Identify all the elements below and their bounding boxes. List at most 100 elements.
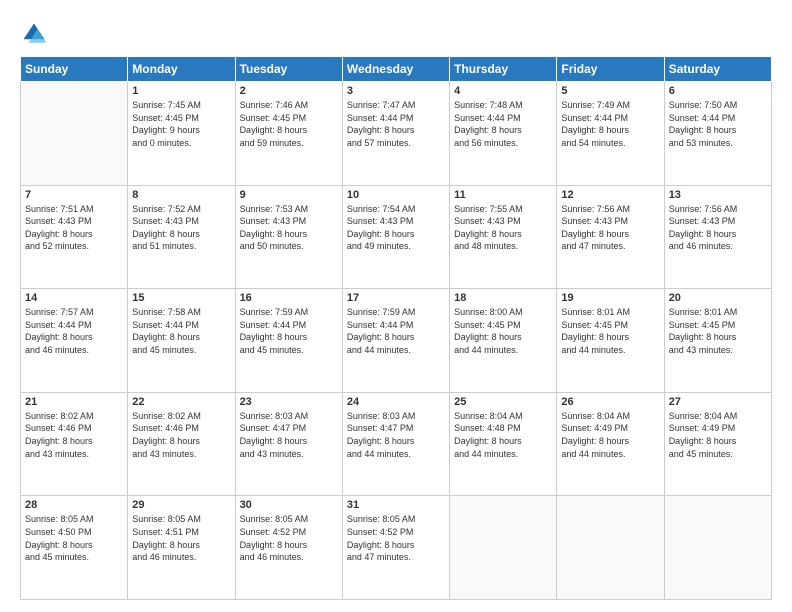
- calendar-cell: 13 Sunrise: 7:56 AMSunset: 4:43 PMDayligh…: [664, 185, 771, 289]
- calendar-cell: 14 Sunrise: 7:57 AMSunset: 4:44 PMDayligh…: [21, 289, 128, 393]
- day-number: 24: [347, 396, 445, 408]
- calendar-cell: 29 Sunrise: 8:05 AMSunset: 4:51 PMDayligh…: [128, 496, 235, 600]
- calendar-cell: 23 Sunrise: 8:03 AMSunset: 4:47 PMDayligh…: [235, 392, 342, 496]
- day-number: 26: [561, 396, 659, 408]
- day-info: Sunrise: 7:54 AMSunset: 4:43 PMDaylight:…: [347, 203, 445, 253]
- calendar-body: 1Sunrise: 7:45 AMSunset: 4:45 PMDaylight…: [21, 82, 772, 600]
- calendar-cell: 12 Sunrise: 7:56 AMSunset: 4:43 PMDayligh…: [557, 185, 664, 289]
- day-info: Sunrise: 7:56 AMSunset: 4:43 PMDaylight:…: [669, 203, 767, 253]
- day-info: Sunrise: 8:04 AMSunset: 4:49 PMDaylight:…: [561, 410, 659, 460]
- calendar-cell: [664, 496, 771, 600]
- day-info: Sunrise: 7:48 AMSunset: 4:44 PMDaylight:…: [454, 99, 552, 149]
- day-info: Sunrise: 8:00 AMSunset: 4:45 PMDaylight:…: [454, 306, 552, 356]
- day-info: Sunrise: 8:02 AMSunset: 4:46 PMDaylight:…: [132, 410, 230, 460]
- day-number: 11: [454, 189, 552, 201]
- day-info: Sunrise: 7:45 AMSunset: 4:45 PMDaylight:…: [132, 99, 230, 149]
- calendar-cell: [557, 496, 664, 600]
- day-info: Sunrise: 7:53 AMSunset: 4:43 PMDaylight:…: [240, 203, 338, 253]
- calendar-cell: 16Sunrise: 7:59 AMSunset: 4:44 PMDayligh…: [235, 289, 342, 393]
- calendar-cell: 11 Sunrise: 7:55 AMSunset: 4:43 PMDayligh…: [450, 185, 557, 289]
- calendar-cell: 5 Sunrise: 7:49 AMSunset: 4:44 PMDaylight…: [557, 82, 664, 186]
- day-info: Sunrise: 8:05 AMSunset: 4:52 PMDaylight:…: [347, 513, 445, 563]
- calendar-cell: 26 Sunrise: 8:04 AMSunset: 4:49 PMDayligh…: [557, 392, 664, 496]
- calendar-cell: 10Sunrise: 7:54 AMSunset: 4:43 PMDayligh…: [342, 185, 449, 289]
- calendar-cell: 7Sunrise: 7:51 AMSunset: 4:43 PMDaylight…: [21, 185, 128, 289]
- calendar-cell: 24 Sunrise: 8:03 AMSunset: 4:47 PMDayligh…: [342, 392, 449, 496]
- logo: [20, 20, 50, 48]
- calendar-cell: 18 Sunrise: 8:00 AMSunset: 4:45 PMDayligh…: [450, 289, 557, 393]
- calendar-cell: 28 Sunrise: 8:05 AMSunset: 4:50 PMDayligh…: [21, 496, 128, 600]
- day-number: 30: [240, 499, 338, 511]
- day-number: 20: [669, 292, 767, 304]
- page: SundayMondayTuesdayWednesdayThursdayFrid…: [0, 0, 792, 612]
- day-info: Sunrise: 8:05 AMSunset: 4:51 PMDaylight:…: [132, 513, 230, 563]
- day-number: 5: [561, 85, 659, 97]
- calendar-cell: 1Sunrise: 7:45 AMSunset: 4:45 PMDaylight…: [128, 82, 235, 186]
- day-info: Sunrise: 7:50 AMSunset: 4:44 PMDaylight:…: [669, 99, 767, 149]
- day-number: 18: [454, 292, 552, 304]
- day-info: Sunrise: 8:03 AMSunset: 4:47 PMDaylight:…: [240, 410, 338, 460]
- calendar-week-row: 1Sunrise: 7:45 AMSunset: 4:45 PMDaylight…: [21, 82, 772, 186]
- calendar-cell: 4 Sunrise: 7:48 AMSunset: 4:44 PMDaylight…: [450, 82, 557, 186]
- calendar-cell: 8Sunrise: 7:52 AMSunset: 4:43 PMDaylight…: [128, 185, 235, 289]
- calendar-week-row: 21 Sunrise: 8:02 AMSunset: 4:46 PMDayligh…: [21, 392, 772, 496]
- day-number: 15: [132, 292, 230, 304]
- day-info: Sunrise: 7:59 AMSunset: 4:44 PMDaylight:…: [240, 306, 338, 356]
- calendar-cell: 20Sunrise: 8:01 AMSunset: 4:45 PMDayligh…: [664, 289, 771, 393]
- day-number: 21: [25, 396, 123, 408]
- day-number: 12: [561, 189, 659, 201]
- day-number: 28: [25, 499, 123, 511]
- day-number: 4: [454, 85, 552, 97]
- calendar-cell: 31 Sunrise: 8:05 AMSunset: 4:52 PMDayligh…: [342, 496, 449, 600]
- weekday-header: Wednesday: [342, 57, 449, 82]
- header: [20, 16, 772, 48]
- calendar-cell: 17Sunrise: 7:59 AMSunset: 4:44 PMDayligh…: [342, 289, 449, 393]
- day-number: 29: [132, 499, 230, 511]
- day-info: Sunrise: 7:58 AMSunset: 4:44 PMDaylight:…: [132, 306, 230, 356]
- day-number: 3: [347, 85, 445, 97]
- day-info: Sunrise: 7:51 AMSunset: 4:43 PMDaylight:…: [25, 203, 123, 253]
- calendar-cell: 22 Sunrise: 8:02 AMSunset: 4:46 PMDayligh…: [128, 392, 235, 496]
- calendar-week-row: 14 Sunrise: 7:57 AMSunset: 4:44 PMDayligh…: [21, 289, 772, 393]
- calendar-week-row: 28 Sunrise: 8:05 AMSunset: 4:50 PMDayligh…: [21, 496, 772, 600]
- calendar-header: SundayMondayTuesdayWednesdayThursdayFrid…: [21, 57, 772, 82]
- logo-icon: [20, 20, 48, 48]
- day-number: 19: [561, 292, 659, 304]
- day-info: Sunrise: 7:55 AMSunset: 4:43 PMDaylight:…: [454, 203, 552, 253]
- day-number: 14: [25, 292, 123, 304]
- day-number: 31: [347, 499, 445, 511]
- weekday-header: Tuesday: [235, 57, 342, 82]
- weekday-header: Monday: [128, 57, 235, 82]
- calendar: SundayMondayTuesdayWednesdayThursdayFrid…: [20, 56, 772, 600]
- day-number: 9: [240, 189, 338, 201]
- calendar-cell: 21 Sunrise: 8:02 AMSunset: 4:46 PMDayligh…: [21, 392, 128, 496]
- day-info: Sunrise: 8:04 AMSunset: 4:49 PMDaylight:…: [669, 410, 767, 460]
- calendar-cell: 19 Sunrise: 8:01 AMSunset: 4:45 PMDayligh…: [557, 289, 664, 393]
- day-info: Sunrise: 7:49 AMSunset: 4:44 PMDaylight:…: [561, 99, 659, 149]
- calendar-cell: 15 Sunrise: 7:58 AMSunset: 4:44 PMDayligh…: [128, 289, 235, 393]
- calendar-cell: [450, 496, 557, 600]
- day-info: Sunrise: 8:01 AMSunset: 4:45 PMDaylight:…: [561, 306, 659, 356]
- calendar-cell: 2Sunrise: 7:46 AMSunset: 4:45 PMDaylight…: [235, 82, 342, 186]
- day-info: Sunrise: 8:05 AMSunset: 4:50 PMDaylight:…: [25, 513, 123, 563]
- weekday-header: Friday: [557, 57, 664, 82]
- day-info: Sunrise: 7:57 AMSunset: 4:44 PMDaylight:…: [25, 306, 123, 356]
- calendar-cell: 30 Sunrise: 8:05 AMSunset: 4:52 PMDayligh…: [235, 496, 342, 600]
- day-info: Sunrise: 8:03 AMSunset: 4:47 PMDaylight:…: [347, 410, 445, 460]
- day-number: 23: [240, 396, 338, 408]
- weekday-header: Sunday: [21, 57, 128, 82]
- weekday-header: Saturday: [664, 57, 771, 82]
- day-info: Sunrise: 8:02 AMSunset: 4:46 PMDaylight:…: [25, 410, 123, 460]
- day-info: Sunrise: 7:56 AMSunset: 4:43 PMDaylight:…: [561, 203, 659, 253]
- calendar-cell: 9 Sunrise: 7:53 AMSunset: 4:43 PMDaylight…: [235, 185, 342, 289]
- day-number: 6: [669, 85, 767, 97]
- day-info: Sunrise: 7:46 AMSunset: 4:45 PMDaylight:…: [240, 99, 338, 149]
- calendar-week-row: 7Sunrise: 7:51 AMSunset: 4:43 PMDaylight…: [21, 185, 772, 289]
- day-info: Sunrise: 7:47 AMSunset: 4:44 PMDaylight:…: [347, 99, 445, 149]
- day-number: 22: [132, 396, 230, 408]
- calendar-cell: 25Sunrise: 8:04 AMSunset: 4:48 PMDayligh…: [450, 392, 557, 496]
- day-number: 13: [669, 189, 767, 201]
- day-number: 25: [454, 396, 552, 408]
- day-info: Sunrise: 8:05 AMSunset: 4:52 PMDaylight:…: [240, 513, 338, 563]
- day-info: Sunrise: 7:59 AMSunset: 4:44 PMDaylight:…: [347, 306, 445, 356]
